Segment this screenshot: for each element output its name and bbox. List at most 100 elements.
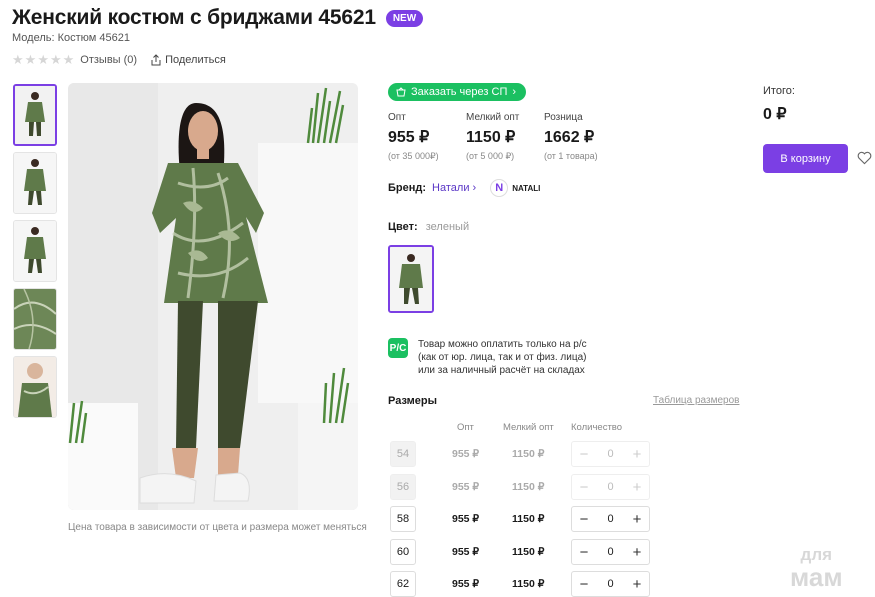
size-row: 60 955 ₽ 1150 ₽ − 0 + bbox=[390, 539, 652, 565]
brand-logo-text: NATALI bbox=[512, 183, 541, 193]
quantity-stepper: − 0 + bbox=[571, 506, 650, 532]
title-row: Женский костюм с бриджами 45621 NEW bbox=[12, 6, 424, 30]
main-product-photo[interactable] bbox=[68, 83, 358, 510]
payment-note-line: или за наличный расчёт на складах bbox=[418, 365, 585, 376]
minus-icon[interactable]: − bbox=[578, 544, 590, 561]
star-icon: ★ bbox=[49, 52, 62, 67]
thumbnail-5[interactable] bbox=[13, 356, 57, 418]
bank-transfer-icon: Р/С bbox=[388, 338, 408, 358]
plus-icon[interactable]: + bbox=[631, 576, 643, 593]
brand-label: Бренд: bbox=[388, 182, 427, 194]
star-icon: ★ bbox=[12, 52, 24, 67]
total-label: Итого: bbox=[763, 85, 795, 97]
brand-logo-icon: N bbox=[490, 179, 509, 197]
brand-name: Натали bbox=[432, 182, 470, 194]
new-badge: NEW bbox=[385, 9, 424, 27]
thumbnail-4[interactable] bbox=[13, 288, 57, 350]
plus-icon: + bbox=[632, 445, 642, 463]
size-price-opt: 955 ₽ bbox=[452, 481, 480, 493]
price-tier-value: 1662 ₽ bbox=[544, 129, 595, 146]
col-header-opt: Опт bbox=[457, 422, 474, 433]
color-label: Цвет: bbox=[388, 221, 418, 233]
minus-icon: − bbox=[579, 478, 589, 496]
size-chart-link[interactable]: Таблица размеров bbox=[653, 395, 739, 406]
quantity-value[interactable]: 0 bbox=[607, 513, 613, 525]
size-chip[interactable]: 58 bbox=[390, 506, 416, 532]
price-tier-small-opt: Мелкий опт 1150 ₽ (от 5 000 ₽) bbox=[466, 112, 544, 162]
color-row: Цвет: зеленый bbox=[388, 221, 469, 233]
reviews-link[interactable]: Отзывы (0) bbox=[80, 54, 137, 66]
brand-row: Бренд: Натали › N NATALI bbox=[388, 179, 540, 197]
color-swatch-green[interactable] bbox=[388, 245, 434, 313]
payment-note-line: Товар можно оплатить только на р/с bbox=[418, 339, 587, 350]
payment-note-text: Товар можно оплатить только на р/с (как … bbox=[418, 338, 587, 377]
basket-icon bbox=[396, 87, 406, 97]
thumbnail-1[interactable] bbox=[13, 84, 57, 146]
chevron-right-icon: › bbox=[512, 86, 517, 98]
star-icon: ★ bbox=[62, 52, 75, 67]
thumbnail-2[interactable] bbox=[13, 152, 57, 214]
brand-link[interactable]: Натали › bbox=[432, 182, 476, 194]
size-chip[interactable]: 60 bbox=[390, 539, 416, 565]
minus-icon[interactable]: − bbox=[578, 576, 590, 593]
star-icon: ★ bbox=[37, 52, 49, 67]
price-tier-note: (от 5 000 ₽) bbox=[466, 151, 515, 161]
size-price-small-opt: 1150 ₽ bbox=[512, 448, 545, 460]
minus-icon[interactable]: − bbox=[578, 511, 590, 528]
price-tier-label: Опт bbox=[388, 112, 406, 123]
size-row: 56 955 ₽ 1150 ₽ − 0 + bbox=[390, 474, 652, 500]
quantity-value: 0 bbox=[607, 448, 614, 460]
watermark: для мам bbox=[790, 544, 843, 592]
star-icon: ★ bbox=[24, 52, 37, 67]
total-value: 0 ₽ bbox=[763, 106, 787, 123]
size-row: 62 955 ₽ 1150 ₽ − 0 + bbox=[390, 571, 652, 597]
price-tier-value: 1150 ₽ bbox=[466, 129, 516, 146]
size-price-opt: 955 ₽ bbox=[452, 578, 480, 590]
rating-row: ★ ★ ★ ★ ★ Отзывы (0) Поделиться bbox=[12, 53, 226, 66]
size-price-opt: 955 ₽ bbox=[452, 513, 480, 525]
size-price-small-opt: 1150 ₽ bbox=[512, 513, 545, 525]
size-price-small-opt: 1150 ₽ bbox=[512, 578, 545, 590]
quantity-value: 0 bbox=[607, 481, 614, 493]
order-sp-button[interactable]: Заказать через СП › bbox=[388, 83, 527, 101]
payment-note-line: (как от юр. лица, так и от физ. лица) bbox=[418, 352, 587, 363]
plus-icon: + bbox=[632, 478, 642, 496]
minus-icon: − bbox=[579, 445, 589, 463]
price-tier-label: Розница bbox=[544, 112, 583, 123]
plus-icon[interactable]: + bbox=[631, 511, 643, 528]
payment-note: Р/С Товар можно оплатить только на р/с (… bbox=[388, 338, 587, 377]
thumbnail-3[interactable] bbox=[13, 220, 57, 282]
quantity-value[interactable]: 0 bbox=[607, 578, 613, 590]
price-tier-note: (от 35 000₽) bbox=[388, 151, 439, 161]
add-to-cart-button[interactable]: В корзину bbox=[763, 144, 848, 173]
price-tier-note: (от 1 товара) bbox=[544, 151, 598, 161]
size-row: 54 955 ₽ 1150 ₽ − 0 + bbox=[390, 441, 652, 467]
sizes-title: Размеры bbox=[388, 395, 438, 407]
size-price-small-opt: 1150 ₽ bbox=[512, 546, 545, 558]
price-tier-label: Мелкий опт bbox=[466, 112, 520, 123]
order-sp-label: Заказать через СП bbox=[411, 86, 508, 98]
quantity-stepper: − 0 + bbox=[571, 539, 650, 565]
col-header-small-opt: Мелкий опт bbox=[503, 422, 554, 433]
share-label: Поделиться bbox=[165, 53, 226, 66]
share-button[interactable]: Поделиться bbox=[151, 54, 226, 66]
size-chip: 54 bbox=[390, 441, 416, 467]
watermark-line: мам bbox=[790, 562, 843, 592]
size-price-opt: 955 ₽ bbox=[452, 448, 480, 460]
product-model: Модель: Костюм 45621 bbox=[12, 32, 130, 44]
quantity-value[interactable]: 0 bbox=[607, 546, 613, 558]
quantity-stepper: − 0 + bbox=[571, 571, 650, 597]
thumbnail-list bbox=[13, 84, 57, 418]
price-tier-opt: Опт 955 ₽ (от 35 000₽) bbox=[388, 112, 466, 162]
col-header-qty: Количество bbox=[571, 422, 623, 433]
brand-logo[interactable]: N NATALI bbox=[490, 179, 540, 197]
size-row: 58 955 ₽ 1150 ₽ − 0 + bbox=[390, 506, 652, 532]
size-chip: 56 bbox=[390, 474, 416, 500]
plus-icon[interactable]: + bbox=[631, 544, 643, 561]
price-tier-value: 955 ₽ bbox=[388, 129, 430, 146]
size-chip[interactable]: 62 bbox=[390, 571, 416, 597]
color-value: зеленый bbox=[425, 221, 470, 233]
heart-icon[interactable] bbox=[857, 151, 872, 165]
size-price-small-opt: 1150 ₽ bbox=[512, 481, 545, 493]
rating-stars: ★ ★ ★ ★ ★ bbox=[12, 53, 74, 66]
